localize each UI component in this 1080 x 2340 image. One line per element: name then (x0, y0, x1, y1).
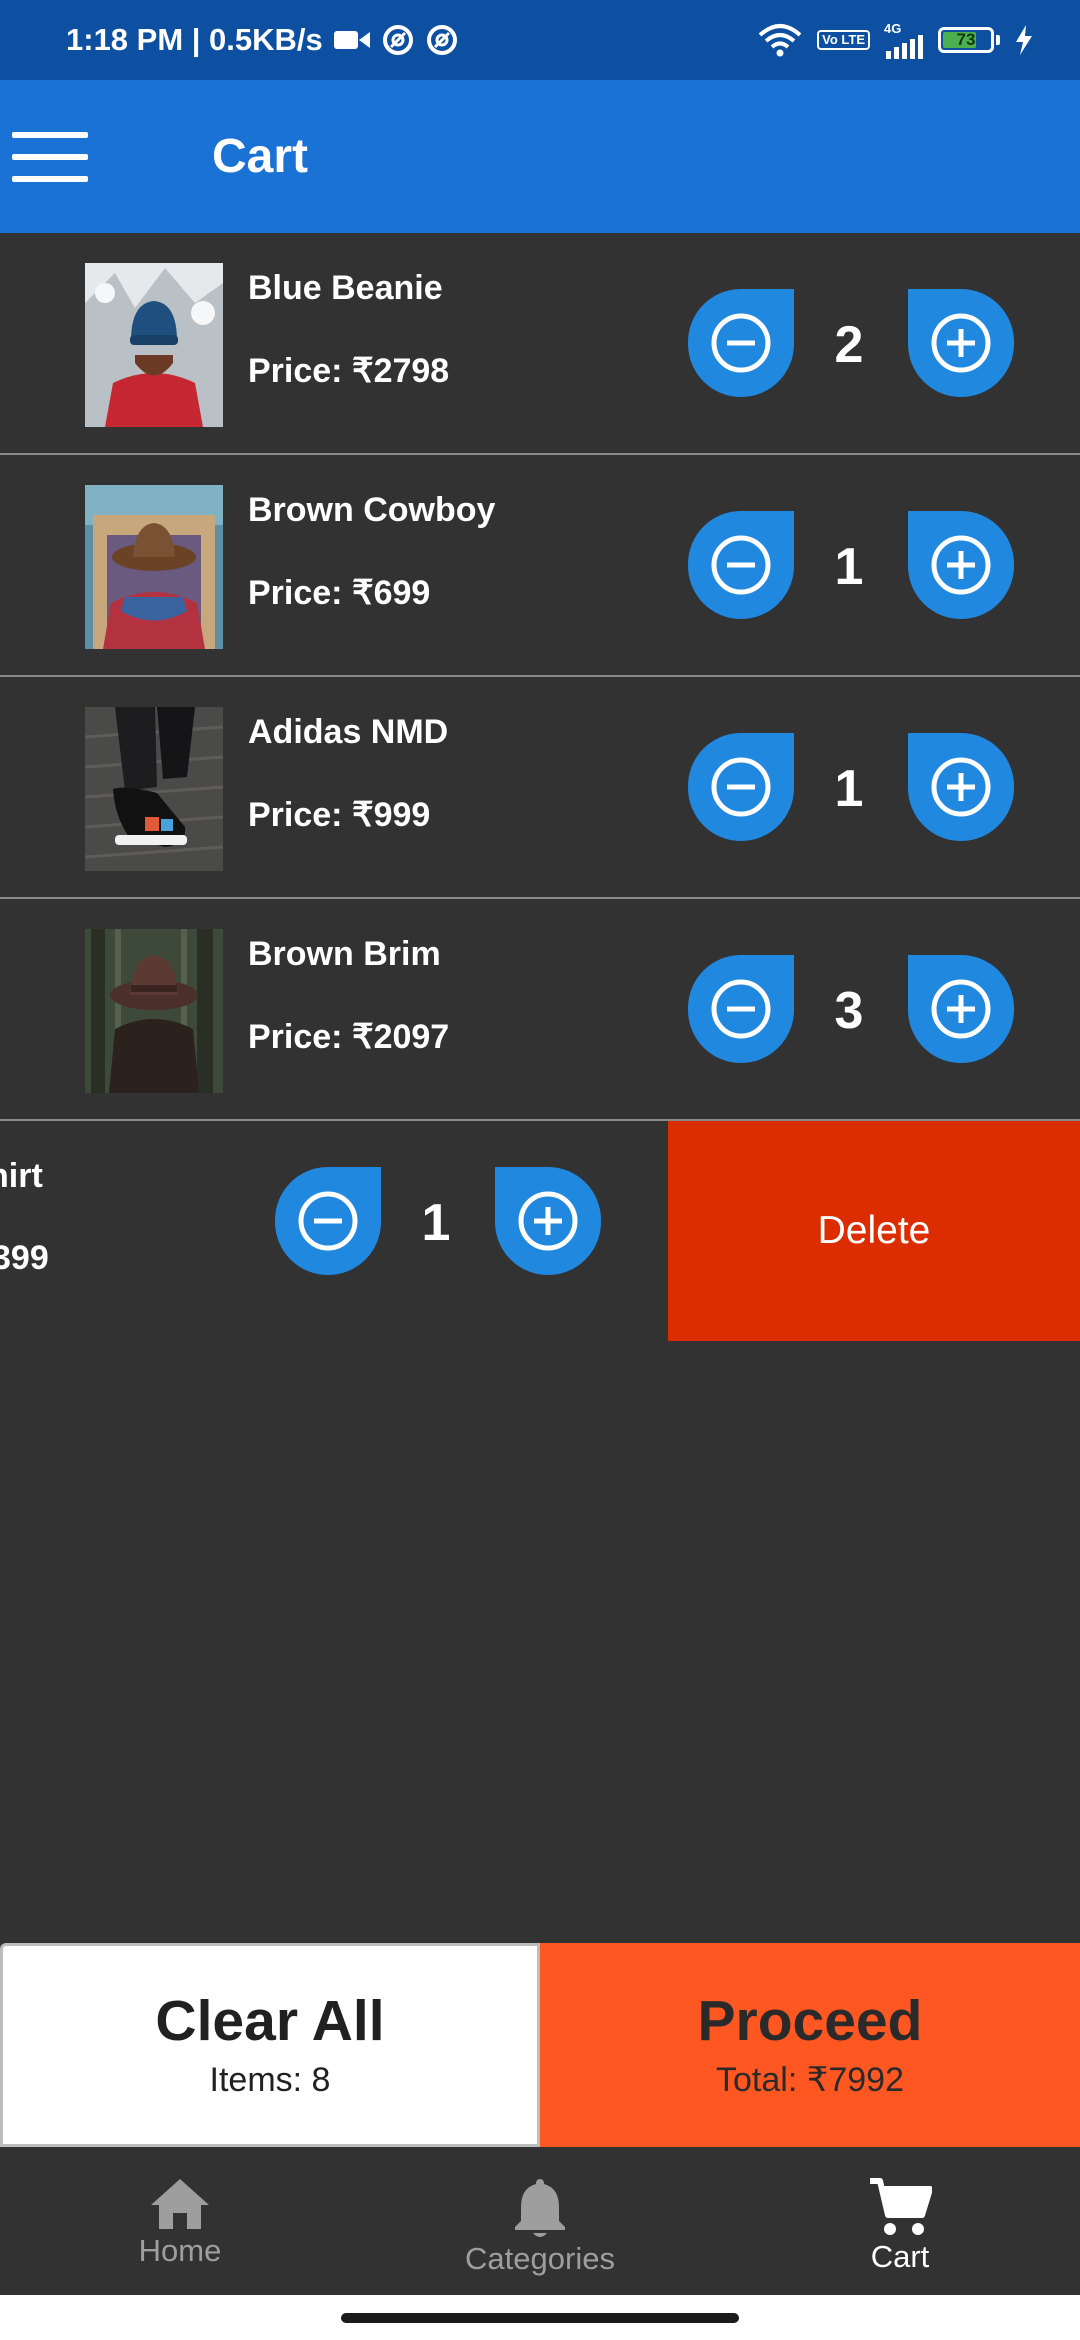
increase-quantity-button[interactable] (908, 955, 1014, 1063)
quantity-value: 3 (834, 982, 864, 1040)
battery-icon: 73 (938, 27, 1000, 53)
bottom-navigation: Home Categories Cart (0, 2147, 1080, 2295)
nav-home-label: Home (138, 2233, 222, 2268)
cart-item: Blue Beanie Price: ₹2798 2 (0, 233, 1080, 455)
cart-action-bar: Clear All Items: 8 Proceed Total: ₹7992 (0, 1943, 1080, 2147)
volte-icon: Vo LTE (817, 30, 870, 50)
items-count: Items: 8 (209, 2061, 331, 2099)
decrease-quantity-button[interactable] (275, 1167, 381, 1275)
nav-categories[interactable]: Categories (360, 2147, 720, 2295)
quantity-value: 1 (834, 538, 864, 596)
clear-all-label: Clear All (155, 1989, 385, 2053)
status-bar: 1:18 PM | 0.5KB/s Vo LTE 4G 73 (0, 0, 1080, 80)
menu-icon[interactable] (12, 131, 88, 182)
cart-icon (870, 2178, 932, 2235)
plus-circle-icon (931, 535, 991, 595)
cart-total: Total: ₹7992 (716, 2061, 904, 2099)
product-price: Price: ₹999 (248, 796, 431, 834)
product-name: Brown Brim (248, 935, 441, 973)
status-time: 1:18 PM | 0.5KB/s (66, 22, 323, 57)
charging-bolt-icon (1014, 25, 1034, 55)
proceed-label: Proceed (697, 1989, 923, 2053)
cart-item-swiped[interactable]: hirt 399 1 Delete (0, 1121, 1080, 1343)
cart-item: Brown Cowboy Price: ₹699 1 (0, 455, 1080, 677)
cart-list: Blue Beanie Price: ₹2798 2 Brown Cowboy … (0, 233, 1080, 1343)
product-image (85, 263, 223, 427)
sync-icon (381, 23, 415, 57)
decrease-quantity-button[interactable] (688, 511, 794, 619)
minus-circle-icon (711, 535, 771, 595)
product-name: Brown Cowboy (248, 491, 496, 529)
decrease-quantity-button[interactable] (688, 955, 794, 1063)
product-image (85, 929, 223, 1093)
increase-quantity-button[interactable] (908, 511, 1014, 619)
quantity-value: 1 (421, 1194, 451, 1252)
video-camera-icon (333, 28, 371, 52)
plus-circle-icon (931, 757, 991, 817)
proceed-button[interactable]: Proceed Total: ₹7992 (540, 1943, 1080, 2147)
plus-circle-icon (931, 979, 991, 1039)
product-price: Price: ₹2097 (248, 1018, 450, 1056)
cart-item: Brown Brim Price: ₹2097 3 (0, 899, 1080, 1121)
delete-button[interactable]: Delete (668, 1121, 1080, 1341)
decrease-quantity-button[interactable] (688, 289, 794, 397)
nav-cart[interactable]: Cart (720, 2147, 1080, 2295)
decrease-quantity-button[interactable] (688, 733, 794, 841)
nav-categories-label: Categories (465, 2241, 615, 2276)
bell-icon (515, 2179, 565, 2237)
product-name: hirt (0, 1157, 43, 1195)
quantity-value: 1 (834, 760, 864, 818)
nav-home[interactable]: Home (0, 2147, 360, 2295)
product-name: Blue Beanie (248, 269, 443, 307)
quantity-value: 2 (834, 316, 864, 374)
minus-circle-icon (711, 979, 771, 1039)
clear-all-button[interactable]: Clear All Items: 8 (0, 1943, 540, 2147)
increase-quantity-button[interactable] (495, 1167, 601, 1275)
sync-icon (425, 23, 459, 57)
minus-circle-icon (711, 757, 771, 817)
product-image (85, 485, 223, 649)
signal-icon: 4G (884, 22, 924, 59)
wifi-icon (757, 23, 803, 57)
gesture-area (0, 2295, 1080, 2340)
increase-quantity-button[interactable] (908, 733, 1014, 841)
cart-item: Adidas NMD Price: ₹999 1 (0, 677, 1080, 899)
home-icon (151, 2179, 209, 2229)
product-price: Price: ₹2798 (248, 352, 450, 390)
gesture-handle[interactable] (341, 2313, 739, 2323)
product-price: 399 (0, 1239, 49, 1277)
minus-circle-icon (711, 313, 771, 373)
product-name: Adidas NMD (248, 713, 449, 751)
minus-circle-icon (298, 1191, 358, 1251)
app-bar: Cart (0, 80, 1080, 233)
increase-quantity-button[interactable] (908, 289, 1014, 397)
page-title: Cart (212, 130, 309, 183)
nav-cart-label: Cart (870, 2239, 930, 2274)
product-price: Price: ₹699 (248, 574, 431, 612)
product-image (85, 707, 223, 871)
plus-circle-icon (518, 1191, 578, 1251)
plus-circle-icon (931, 313, 991, 373)
